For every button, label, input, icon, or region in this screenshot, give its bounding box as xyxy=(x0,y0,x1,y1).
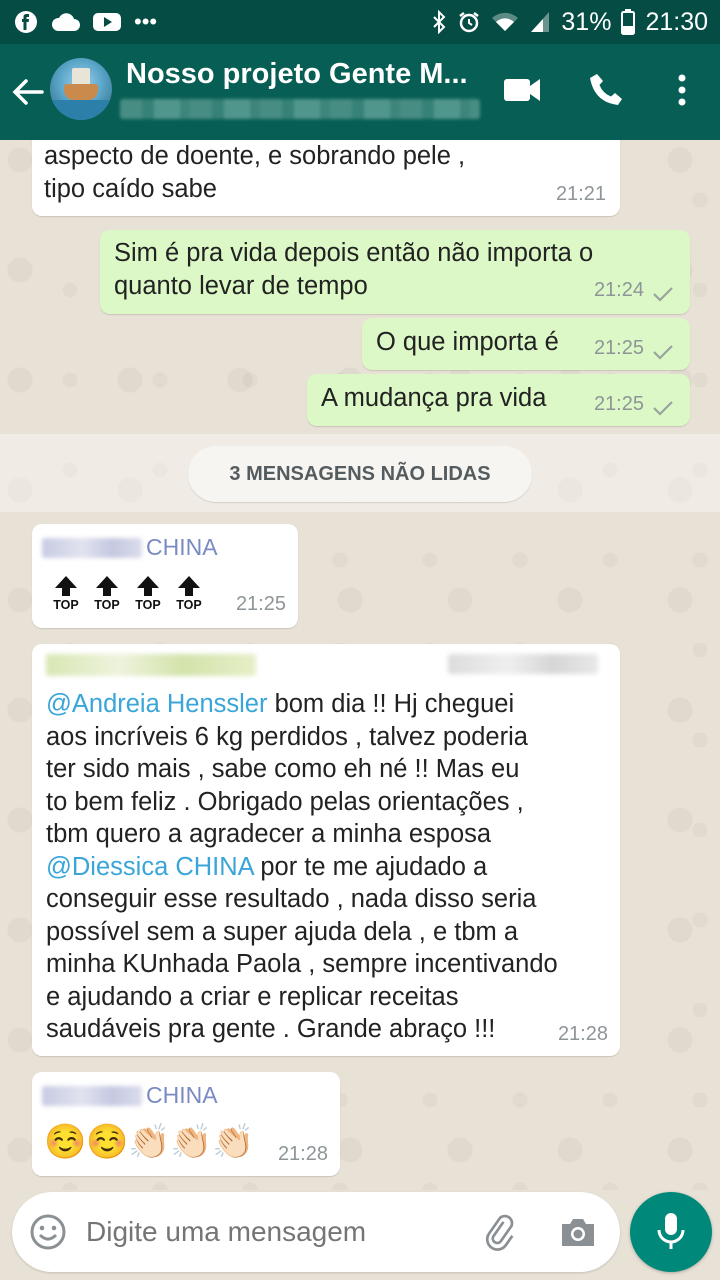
top-arrow-icon: TOP xyxy=(87,576,127,618)
unread-messages-divider: 3 MENSAGENS NÃO LIDAS xyxy=(188,446,532,502)
group-title[interactable]: Nosso projeto Gente M... xyxy=(126,58,486,94)
message-incoming[interactable]: CHINA ☺️ ☺️ 👏🏻 👏🏻 👏🏻 21:28 xyxy=(32,1072,340,1176)
sender-phone-blurred xyxy=(448,654,598,674)
message-incoming[interactable]: aspecto de doente, e sobrando pele , tip… xyxy=(32,140,620,216)
emoji-icon[interactable] xyxy=(28,1212,68,1252)
message-text-line: ter sido mais , sabe como eh né !! Mas e… xyxy=(46,755,520,783)
chat-area[interactable]: aspecto de doente, e sobrando pele , tip… xyxy=(0,140,720,1190)
message-text-line: to bem feliz . Obrigado pelas orientaçõe… xyxy=(46,787,524,816)
message-time: 21:28 xyxy=(557,1022,608,1045)
phone-icon xyxy=(590,74,622,105)
message-time: 21:25 xyxy=(593,336,644,359)
message-text-line: bom dia !! Hj cheguei xyxy=(267,690,515,718)
clapping-hands-emoji: 👏🏻 xyxy=(170,1123,213,1161)
mic-button[interactable] xyxy=(630,1192,712,1272)
message-text-line: aspecto de doente, e sobrando pele , xyxy=(44,142,466,170)
group-avatar[interactable] xyxy=(50,58,112,120)
message-text-line: possível sem a super ajuda dela , e tbm … xyxy=(46,917,519,946)
sender-name: CHINA xyxy=(146,1082,218,1108)
sent-check-icon xyxy=(653,401,673,416)
bluetooth-icon xyxy=(433,10,446,34)
message-time: 21:21 xyxy=(555,182,606,205)
smiling-emoji: ☺️ xyxy=(44,1123,87,1161)
signal-icon xyxy=(531,12,550,32)
message-outgoing[interactable]: A mudança pra vida 21:25 xyxy=(307,374,690,426)
mention-link[interactable]: @Diessica CHINA xyxy=(46,853,253,881)
chat-header: Nosso projeto Gente M... xyxy=(0,44,720,140)
message-outgoing[interactable]: Sim é pra vida depois então não importa … xyxy=(100,230,690,314)
battery-percent: 31% xyxy=(561,8,612,36)
message-text-line: tbm quero a agradecer a minha esposa xyxy=(46,820,492,848)
message-incoming[interactable]: CHINA TOP TOP TOP TOP 21:25 xyxy=(32,524,298,628)
message-time: 21:25 xyxy=(235,592,286,615)
message-time: 21:24 xyxy=(593,278,644,301)
top-arrow-icon: TOP xyxy=(46,576,86,618)
voice-call-button[interactable] xyxy=(586,70,634,114)
video-call-icon xyxy=(504,79,540,101)
message-text-line: conseguir esse resultado , nada disso se… xyxy=(46,885,537,913)
top-arrow-icon: TOP xyxy=(128,576,168,618)
sent-check-icon xyxy=(653,287,673,302)
message-input[interactable] xyxy=(86,1208,466,1256)
clapping-hands-emoji: 👏🏻 xyxy=(212,1123,255,1161)
cloud-icon xyxy=(51,13,80,31)
mic-icon xyxy=(657,1213,685,1249)
attach-icon[interactable] xyxy=(480,1210,520,1254)
message-time: 21:25 xyxy=(593,392,644,415)
message-text-line: por te me ajudado a xyxy=(253,852,488,881)
facebook-icon xyxy=(15,11,37,33)
back-arrow-icon xyxy=(12,79,44,105)
back-button[interactable] xyxy=(10,70,50,114)
sender-name-blurred xyxy=(42,1086,142,1107)
camera-icon[interactable] xyxy=(558,1214,598,1250)
message-body: @Andreia Henssler bom dia !! Hj cheguei … xyxy=(46,688,558,1046)
more-notifications-icon: ••• xyxy=(134,9,158,34)
overflow-menu-button[interactable] xyxy=(664,70,700,114)
alarm-icon xyxy=(459,12,480,33)
clock: 21:30 xyxy=(645,8,708,36)
message-time: 21:28 xyxy=(277,1142,328,1165)
message-text-line: minha KUnhada Paola , sempre incentivand… xyxy=(46,950,558,978)
message-incoming[interactable]: @Andreia Henssler bom dia !! Hj cheguei … xyxy=(32,644,620,1056)
message-composer[interactable] xyxy=(12,1192,620,1272)
video-call-button[interactable] xyxy=(500,70,548,114)
message-text-line: aos incríveis 6 kg perdidos , talvez pod… xyxy=(46,722,528,751)
sender-name-blurred xyxy=(42,538,142,559)
wifi-icon xyxy=(492,12,519,31)
youtube-icon xyxy=(93,13,121,31)
mention-link[interactable]: @Andreia Henssler xyxy=(46,690,267,718)
sender-name-blurred xyxy=(46,654,256,676)
message-text-line: tipo caído sabe xyxy=(44,174,217,203)
clapping-hands-emoji: 👏🏻 xyxy=(128,1123,171,1161)
battery-icon xyxy=(621,9,636,35)
message-text-line: quanto levar de tempo xyxy=(114,271,368,300)
top-arrow-icon: TOP xyxy=(169,576,209,618)
sender-name: CHINA xyxy=(146,534,218,560)
message-text: A mudança pra vida xyxy=(321,384,547,412)
group-members-blurred[interactable] xyxy=(120,99,480,119)
smiling-emoji: ☺️ xyxy=(86,1123,129,1161)
message-text-line: Sim é pra vida depois então não importa … xyxy=(114,239,594,267)
message-text-line: saudáveis pra gente . Grande abraço !!! xyxy=(46,1015,496,1043)
overflow-menu-icon xyxy=(678,74,686,106)
status-bar: ••• 31% 21:30 xyxy=(0,0,720,44)
message-text-line: e ajudando a criar e replicar receitas xyxy=(46,982,459,1011)
message-text: O que importa é xyxy=(376,328,559,356)
message-outgoing[interactable]: O que importa é 21:25 xyxy=(362,318,690,370)
sent-check-icon xyxy=(653,345,673,360)
